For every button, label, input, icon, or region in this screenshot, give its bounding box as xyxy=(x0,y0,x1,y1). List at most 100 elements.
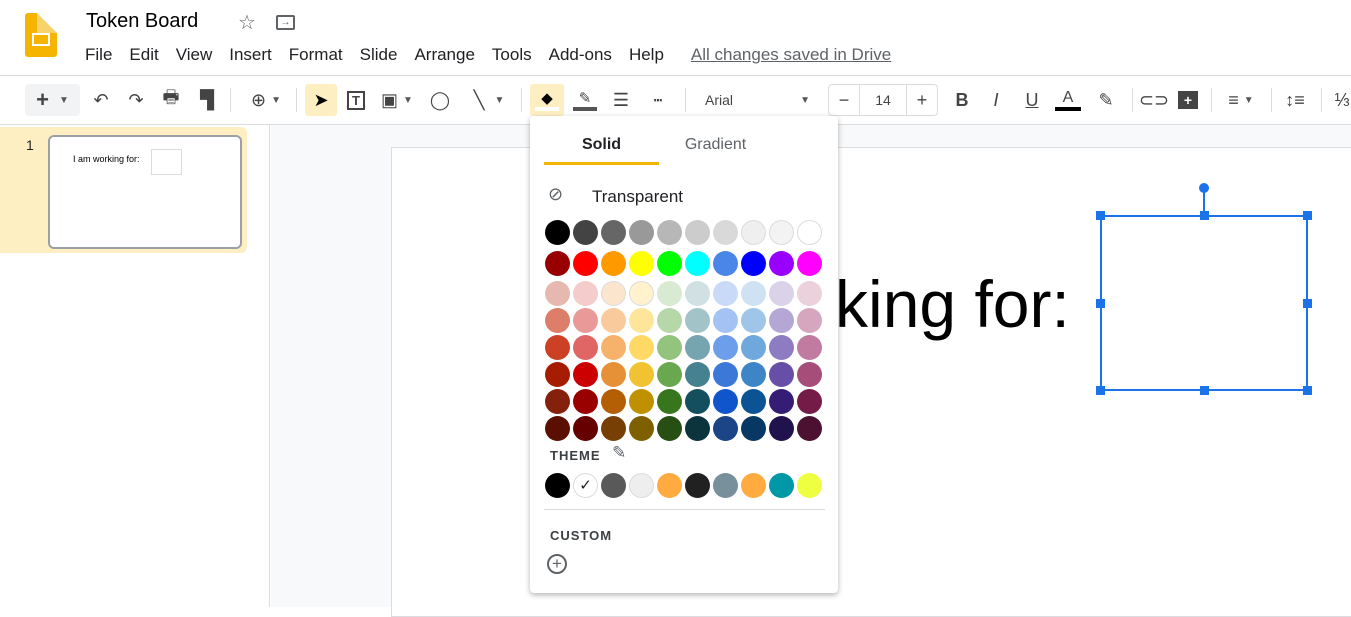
color-swatch[interactable] xyxy=(685,220,710,245)
menu-arrange[interactable]: Arrange xyxy=(414,45,474,65)
zoom-button[interactable]: ⊕ ▼ xyxy=(242,84,290,116)
color-swatch[interactable] xyxy=(685,251,710,276)
theme-color-swatch[interactable] xyxy=(741,473,766,498)
color-swatch[interactable] xyxy=(769,281,794,306)
color-swatch[interactable] xyxy=(601,308,626,333)
paint-format-icon[interactable]: ▜ xyxy=(194,84,220,116)
transparent-option[interactable]: Transparent xyxy=(592,187,683,207)
border-dash-icon[interactable]: ┅ xyxy=(645,84,671,116)
color-swatch[interactable] xyxy=(713,251,738,276)
color-swatch[interactable] xyxy=(797,335,822,360)
document-title[interactable]: Token Board xyxy=(86,10,198,33)
link-icon[interactable]: ⊂⊃ xyxy=(1139,84,1169,116)
color-swatch[interactable] xyxy=(685,389,710,414)
menu-file[interactable]: File xyxy=(85,45,112,65)
image-button[interactable]: ▣ ▼ xyxy=(377,84,417,116)
color-swatch[interactable] xyxy=(657,416,682,441)
color-swatch[interactable] xyxy=(713,389,738,414)
color-swatch[interactable] xyxy=(713,220,738,245)
color-swatch[interactable] xyxy=(797,281,822,306)
add-comment-icon[interactable]: + xyxy=(1176,84,1200,116)
color-swatch[interactable] xyxy=(797,416,822,441)
color-swatch[interactable] xyxy=(769,362,794,387)
theme-color-swatch[interactable] xyxy=(545,473,570,498)
color-swatch[interactable] xyxy=(545,220,570,245)
color-swatch[interactable] xyxy=(657,362,682,387)
color-swatch[interactable] xyxy=(601,335,626,360)
color-swatch[interactable] xyxy=(741,389,766,414)
undo-icon[interactable]: ↶ xyxy=(88,84,114,116)
color-swatch[interactable] xyxy=(741,416,766,441)
color-swatch[interactable] xyxy=(769,389,794,414)
redo-icon[interactable]: ↷ xyxy=(123,84,149,116)
save-status-link[interactable]: All changes saved in Drive xyxy=(691,45,891,65)
rotation-handle[interactable] xyxy=(1199,183,1209,193)
color-swatch[interactable] xyxy=(685,335,710,360)
color-swatch[interactable] xyxy=(545,308,570,333)
new-slide-button[interactable]: + ▼ xyxy=(25,84,80,116)
decrease-font-size-button[interactable]: − xyxy=(829,90,859,111)
resize-handle[interactable] xyxy=(1200,386,1209,395)
color-swatch[interactable] xyxy=(629,416,654,441)
border-color-button[interactable]: ✎ xyxy=(570,84,600,116)
color-swatch[interactable] xyxy=(713,416,738,441)
color-swatch[interactable] xyxy=(629,362,654,387)
color-swatch[interactable] xyxy=(545,416,570,441)
highlight-icon[interactable]: ✎ xyxy=(1093,84,1119,116)
resize-handle[interactable] xyxy=(1303,211,1312,220)
color-swatch[interactable] xyxy=(629,220,654,245)
theme-color-swatch[interactable]: ✓ xyxy=(573,473,598,498)
theme-color-swatch[interactable] xyxy=(797,473,822,498)
color-swatch[interactable] xyxy=(713,362,738,387)
color-swatch[interactable] xyxy=(741,335,766,360)
menu-format[interactable]: Format xyxy=(289,45,343,65)
edit-theme-icon[interactable]: ✎ xyxy=(612,443,626,463)
increase-font-size-button[interactable]: + xyxy=(907,90,937,111)
menu-tools[interactable]: Tools xyxy=(492,45,532,65)
color-swatch[interactable] xyxy=(797,308,822,333)
color-swatch[interactable] xyxy=(545,389,570,414)
slides-logo[interactable] xyxy=(25,13,57,57)
font-select[interactable]: Arial ▼ xyxy=(695,84,820,116)
color-swatch[interactable] xyxy=(741,362,766,387)
color-swatch[interactable] xyxy=(573,308,598,333)
line-spacing-icon[interactable]: ↕≡ xyxy=(1282,84,1308,116)
selected-shape[interactable] xyxy=(1096,183,1312,395)
color-swatch[interactable] xyxy=(769,416,794,441)
color-swatch[interactable] xyxy=(601,362,626,387)
color-swatch[interactable] xyxy=(601,251,626,276)
menu-slide[interactable]: Slide xyxy=(360,45,398,65)
color-swatch[interactable] xyxy=(573,220,598,245)
shape-icon[interactable]: ◯ xyxy=(427,84,453,116)
color-swatch[interactable] xyxy=(657,281,682,306)
resize-handle[interactable] xyxy=(1096,386,1105,395)
color-swatch[interactable] xyxy=(657,335,682,360)
color-swatch[interactable] xyxy=(629,281,654,306)
color-swatch[interactable] xyxy=(657,308,682,333)
star-icon[interactable]: ☆ xyxy=(238,10,256,35)
color-swatch[interactable] xyxy=(601,389,626,414)
color-swatch[interactable] xyxy=(573,389,598,414)
color-swatch[interactable] xyxy=(573,281,598,306)
color-swatch[interactable] xyxy=(741,220,766,245)
color-swatch[interactable] xyxy=(657,251,682,276)
color-swatch[interactable] xyxy=(713,335,738,360)
print-icon[interactable]: 🖶 xyxy=(158,84,184,116)
color-swatch[interactable] xyxy=(601,281,626,306)
color-swatch[interactable] xyxy=(769,308,794,333)
color-swatch[interactable] xyxy=(573,251,598,276)
theme-color-swatch[interactable] xyxy=(713,473,738,498)
color-swatch[interactable] xyxy=(545,335,570,360)
align-button[interactable]: ≡ ▼ xyxy=(1220,84,1262,116)
fill-color-button[interactable]: ◆ xyxy=(530,84,564,116)
menu-view[interactable]: View xyxy=(176,45,213,65)
color-swatch[interactable] xyxy=(573,416,598,441)
move-to-folder-icon[interactable]: → xyxy=(276,15,295,30)
text-color-button[interactable]: A xyxy=(1054,84,1082,116)
color-swatch[interactable] xyxy=(741,281,766,306)
line-button[interactable]: ╲ ▼ xyxy=(463,84,515,116)
color-swatch[interactable] xyxy=(657,220,682,245)
color-swatch[interactable] xyxy=(629,389,654,414)
resize-handle[interactable] xyxy=(1096,211,1105,220)
menu-edit[interactable]: Edit xyxy=(129,45,158,65)
